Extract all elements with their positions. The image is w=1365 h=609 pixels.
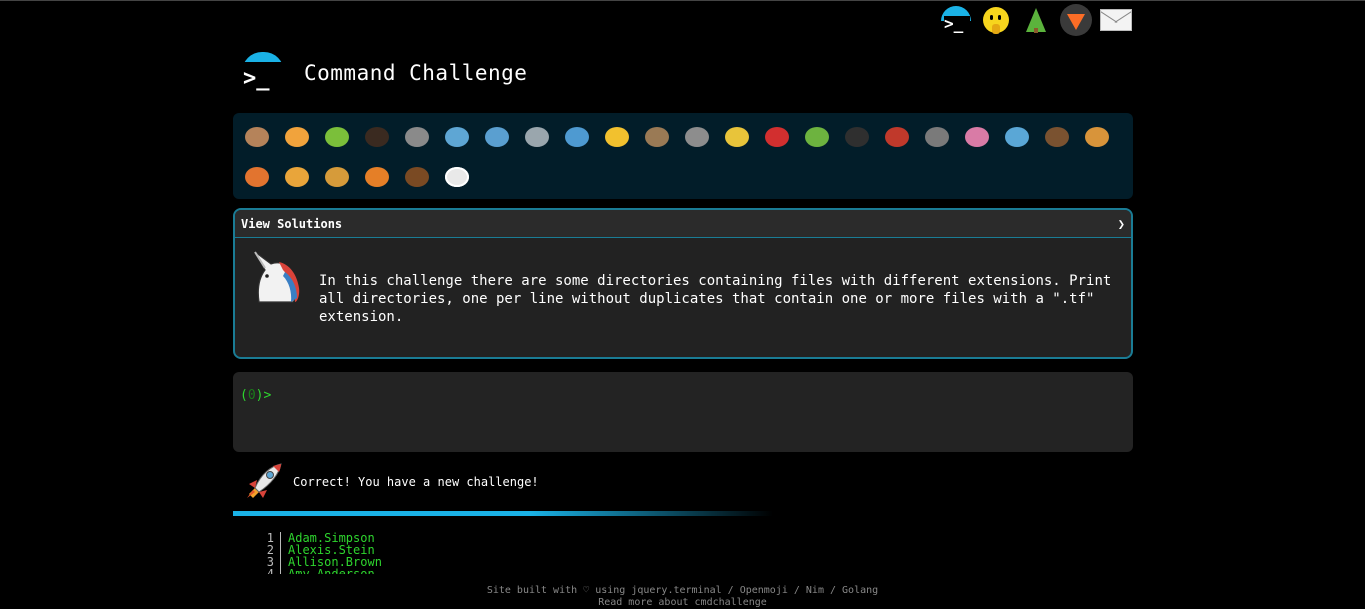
page-title: Command Challenge xyxy=(304,61,528,85)
blowfish-icon-shape xyxy=(645,127,669,147)
dolphin-grey-icon-shape xyxy=(525,127,549,147)
terminal-input[interactable]: (0)> xyxy=(233,372,1133,452)
tiger-icon-shape xyxy=(365,167,389,187)
honeybee-icon-shape xyxy=(725,127,749,147)
footer-credits: Site built with ♡ using jquery.terminal … xyxy=(486,585,879,596)
snail-icon-shape xyxy=(245,127,269,147)
whale-icon-shape xyxy=(445,127,469,147)
bug-icon[interactable] xyxy=(317,117,357,157)
fly-icon[interactable] xyxy=(917,117,957,157)
dog-icon[interactable] xyxy=(1077,117,1117,157)
fox-icon-shape xyxy=(245,167,269,187)
top-border xyxy=(0,0,1365,1)
spider-web-icon[interactable] xyxy=(397,117,437,157)
prompt-open: ( xyxy=(240,388,248,403)
prompt-close: )> xyxy=(255,388,272,403)
rocket-icon xyxy=(241,462,283,502)
result-message: Correct! You have a new challenge! xyxy=(293,475,539,489)
monkey-icon-shape xyxy=(1045,127,1069,147)
snail-icon[interactable] xyxy=(237,117,277,157)
hand-over-mouth-emoji-icon[interactable] xyxy=(980,4,1012,36)
solutions-panel: View Solutions ❯ In this challenge there… xyxy=(233,208,1133,359)
microbe-icon-shape xyxy=(1005,127,1029,147)
butterfly-icon[interactable] xyxy=(277,117,317,157)
progress-bar xyxy=(233,511,773,516)
whale-icon[interactable] xyxy=(437,117,477,157)
terminal-logo-icon[interactable]: >_ xyxy=(241,52,285,94)
tropical-fish-icon-shape xyxy=(605,127,629,147)
ant-icon[interactable] xyxy=(357,117,397,157)
unicorn-icon-shape xyxy=(445,167,469,187)
cricket-icon[interactable] xyxy=(837,117,877,157)
fish-icon[interactable] xyxy=(557,117,597,157)
output-value: Amy.Anderson xyxy=(288,567,375,574)
dolphin-icon[interactable] xyxy=(477,117,517,157)
dog-icon-shape xyxy=(1085,127,1109,147)
line-number: 4 xyxy=(260,568,281,574)
ant-icon-shape xyxy=(365,127,389,147)
cat-icon-shape xyxy=(285,167,309,187)
butterfly-icon-shape xyxy=(285,127,309,147)
worm-icon-shape xyxy=(965,127,989,147)
lion-icon-shape xyxy=(325,167,349,187)
monkey-icon[interactable] xyxy=(1037,117,1077,157)
dolphin-icon-shape xyxy=(485,127,509,147)
result-banner: Correct! You have a new challenge! xyxy=(241,462,539,502)
worm-icon[interactable] xyxy=(957,117,997,157)
scorpion-icon-shape xyxy=(885,127,909,147)
footer-read-more-link[interactable]: Read more about cmdchallenge xyxy=(0,597,1365,609)
microbe-icon[interactable] xyxy=(997,117,1037,157)
view-solutions-toggle[interactable]: View Solutions ❯ xyxy=(235,210,1131,238)
command-output: 1 Adam.Simpson 2 Alexis.Stein 3 Allison.Brown… xyxy=(260,532,382,574)
terminal-logo-icon[interactable]: >_ xyxy=(940,4,972,36)
lady-beetle-icon-shape xyxy=(765,127,789,147)
chevron-right-icon: ❯ xyxy=(1117,216,1125,231)
lady-beetle-icon[interactable] xyxy=(757,117,797,157)
cricket-icon-shape xyxy=(845,127,869,147)
wolf-icon-shape xyxy=(685,127,709,147)
fish-icon-shape xyxy=(565,127,589,147)
tree-icon[interactable] xyxy=(1020,4,1052,36)
top-nav: >_ xyxy=(940,4,1132,36)
horse-icon-shape xyxy=(405,167,429,187)
prompt-count: 0 xyxy=(247,388,256,403)
lion-icon[interactable] xyxy=(317,157,357,197)
bug-icon-shape xyxy=(325,127,349,147)
dolphin-grey-icon[interactable] xyxy=(517,117,557,157)
footer: Site built with ♡ using jquery.terminal … xyxy=(0,585,1365,609)
horse-icon[interactable] xyxy=(397,157,437,197)
unicorn-icon[interactable] xyxy=(437,157,477,197)
fly-icon-shape xyxy=(925,127,949,147)
wolf-icon[interactable] xyxy=(677,117,717,157)
unicorn-icon xyxy=(245,248,303,306)
fox-icon[interactable] xyxy=(237,157,277,197)
blowfish-icon[interactable] xyxy=(637,117,677,157)
output-line: 4 Amy.Anderson xyxy=(260,568,382,574)
caterpillar-icon[interactable] xyxy=(797,117,837,157)
gitlab-icon[interactable] xyxy=(1060,4,1092,36)
caterpillar-icon-shape xyxy=(805,127,829,147)
envelope-icon[interactable] xyxy=(1100,4,1132,36)
scorpion-icon[interactable] xyxy=(877,117,917,157)
cat-icon[interactable] xyxy=(277,157,317,197)
challenge-selector xyxy=(233,113,1133,199)
page-header: >_ Command Challenge xyxy=(241,52,527,94)
view-solutions-label: View Solutions xyxy=(241,216,343,231)
spider-web-icon-shape xyxy=(405,127,429,147)
tropical-fish-icon[interactable] xyxy=(597,117,637,157)
honeybee-icon[interactable] xyxy=(717,117,757,157)
tiger-icon[interactable] xyxy=(357,157,397,197)
challenge-description: In this challenge there are some directo… xyxy=(319,273,1112,325)
